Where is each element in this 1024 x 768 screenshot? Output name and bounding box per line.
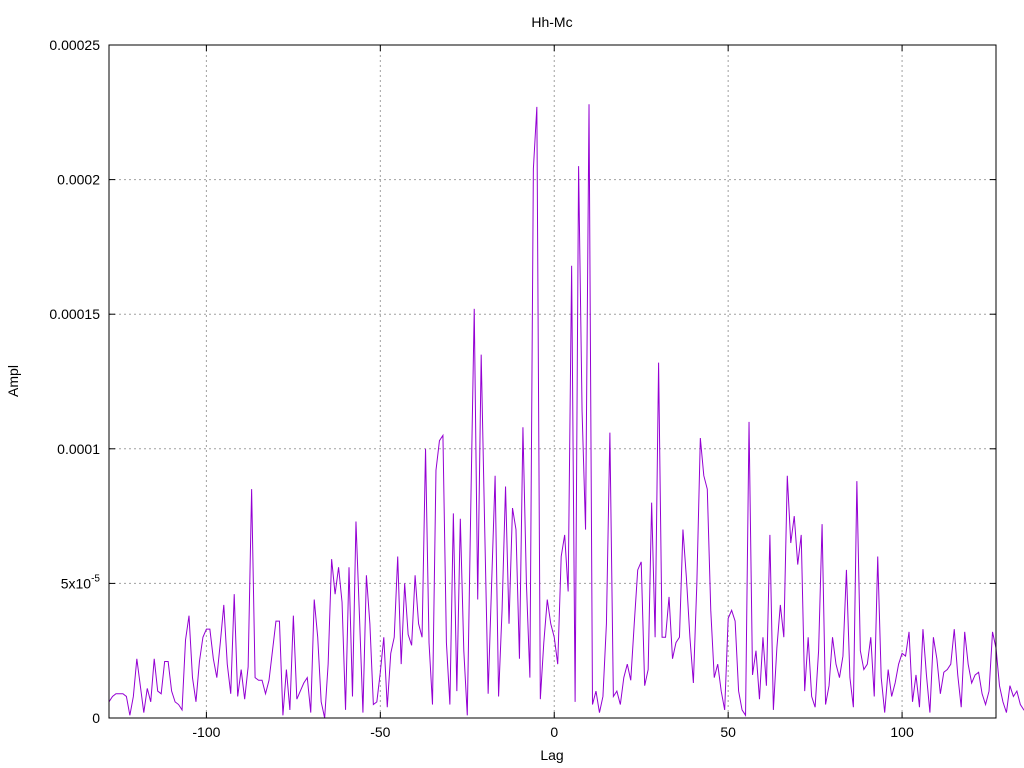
y-tick-label-text: 0 bbox=[92, 710, 100, 726]
y-tick-label: 0.0002 bbox=[57, 172, 100, 188]
y-tick-label: 0.00025 bbox=[49, 37, 100, 53]
axis-ticks bbox=[109, 44, 996, 719]
x-tick-label: 0 bbox=[550, 724, 558, 740]
x-tick-label: -100 bbox=[192, 724, 220, 740]
x-tick-label: -50 bbox=[370, 724, 390, 740]
y-tick-label: 5x10-5 bbox=[61, 573, 101, 591]
chart-canvas: -100 -50 0 50 100 0 5x10-5 0.0001 0.00015 0.0002 0… bbox=[5, 14, 1024, 763]
y-tick-label: 0 bbox=[92, 710, 100, 726]
y-tick-label-text: 5x10 bbox=[61, 575, 92, 591]
x-axis-label: Lag bbox=[540, 747, 563, 763]
chart-title: Hh-Mc bbox=[531, 14, 572, 30]
y-tick-label-text: 0.00015 bbox=[49, 306, 100, 322]
y-tick-label: 0.0001 bbox=[57, 441, 100, 457]
grid-lines bbox=[109, 45, 996, 718]
y-tick-label-text: 0.0001 bbox=[57, 441, 100, 457]
series-layer bbox=[108, 104, 1024, 719]
y-tick-label: 0.00015 bbox=[49, 306, 100, 322]
plot-frame bbox=[108, 44, 997, 719]
y-tick-label-exponent: -5 bbox=[91, 573, 100, 584]
y-tick-label-text: 0.00025 bbox=[49, 37, 100, 53]
y-tick-label-text: 0.0002 bbox=[57, 172, 100, 188]
x-tick-label: 100 bbox=[890, 724, 914, 740]
x-tick-label: 50 bbox=[720, 724, 736, 740]
series-line bbox=[108, 104, 1024, 719]
y-axis-label: Ampl bbox=[5, 365, 21, 397]
